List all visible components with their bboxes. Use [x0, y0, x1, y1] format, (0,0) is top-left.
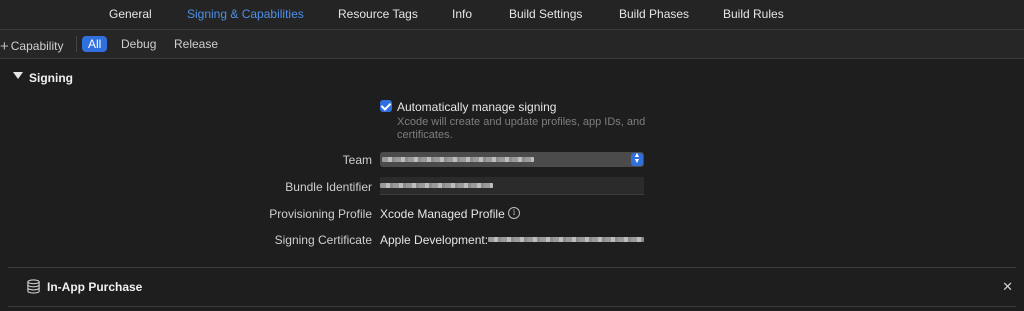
in-app-purchase-section: In-App Purchase ✕ — [8, 268, 1016, 307]
team-popup-button[interactable]: ▲ ▼ — [380, 152, 644, 167]
stepper-icon: ▲ ▼ — [631, 152, 643, 166]
bundle-identifier-label: Bundle Identifier — [285, 180, 372, 194]
provisioning-profile-label: Provisioning Profile — [269, 207, 372, 221]
add-capability-label: Capability — [10, 39, 64, 53]
toolbar-divider — [76, 36, 77, 52]
add-capability-button[interactable]: + Capability — [0, 37, 64, 55]
tab-signing-capabilities[interactable]: Signing & Capabilities — [187, 7, 304, 21]
tab-build-phases[interactable]: Build Phases — [619, 7, 689, 21]
provisioning-profile-value: Xcode Managed Profile — [380, 207, 505, 221]
tab-resource-tags[interactable]: Resource Tags — [338, 7, 418, 21]
auto-manage-signing-checkbox[interactable] — [380, 100, 392, 112]
team-label: Team — [342, 153, 372, 167]
tab-general[interactable]: General — [109, 7, 152, 21]
tab-build-rules[interactable]: Build Rules — [723, 7, 784, 21]
tab-info[interactable]: Info — [452, 7, 472, 21]
editor-tab-bar: General Signing & Capabilities Resource … — [0, 0, 1024, 30]
redacted-bundle-id — [380, 183, 493, 188]
bundle-identifier-field[interactable] — [380, 177, 644, 195]
disclosure-triangle-icon[interactable] — [13, 72, 23, 79]
signing-section: Signing Automatically manage signing Xco… — [0, 59, 1024, 266]
database-icon — [27, 279, 40, 294]
signing-section-title: Signing — [29, 71, 73, 85]
auto-manage-signing-label[interactable]: Automatically manage signing — [397, 100, 556, 114]
info-icon[interactable]: i — [508, 207, 520, 219]
filter-all[interactable]: All — [82, 36, 108, 52]
signing-certificate-label: Signing Certificate — [274, 233, 372, 247]
redacted-certificate-name — [488, 237, 644, 242]
plus-icon: + — [0, 38, 9, 55]
tab-build-settings[interactable]: Build Settings — [509, 7, 582, 21]
filter-debug[interactable]: Debug — [115, 36, 162, 52]
redacted-team-name — [382, 157, 534, 162]
close-icon[interactable]: ✕ — [1002, 279, 1013, 295]
capability-filter-bar: + Capability All Debug Release — [0, 30, 1024, 59]
in-app-purchase-title: In-App Purchase — [47, 280, 143, 294]
auto-manage-signing-help: Xcode will create and update profiles, a… — [397, 116, 646, 141]
signing-certificate-value: Apple Development: — [380, 233, 489, 247]
filter-release[interactable]: Release — [168, 36, 224, 52]
